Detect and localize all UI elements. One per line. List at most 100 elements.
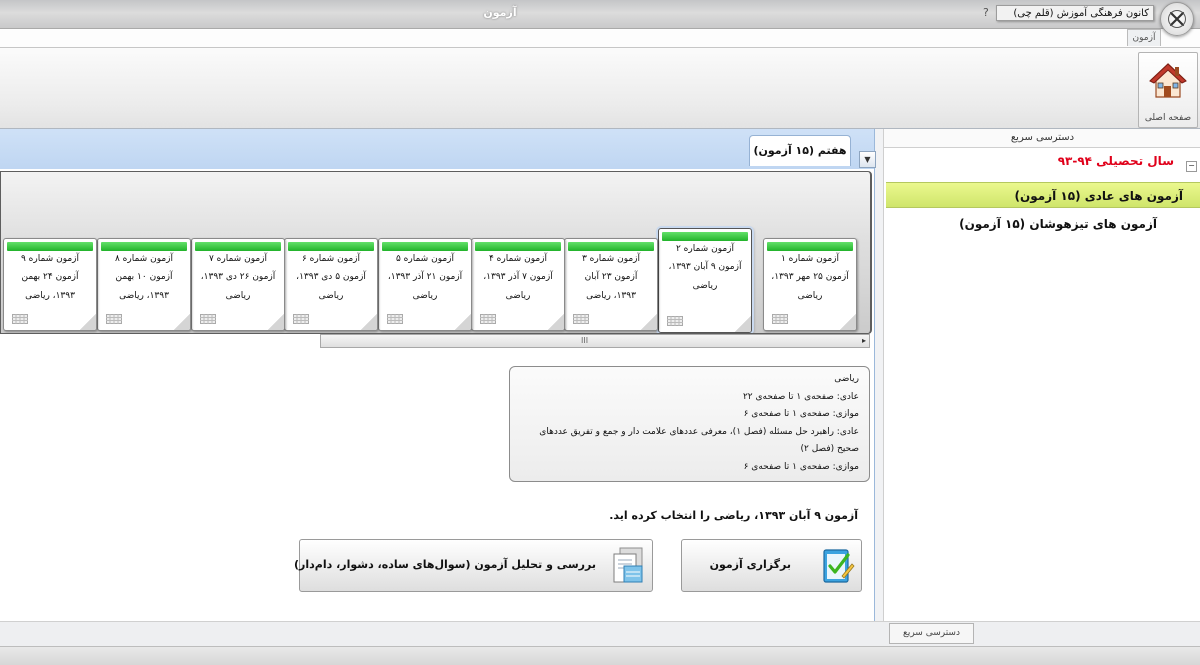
exam-card-subject: ریاضی [225,291,251,301]
exam-card-subject: ۱۳۹۳، ریاضی [119,291,169,301]
exam-card-date: آزمون ۲۴ بهمن [21,272,79,282]
main-panel: هفتم (۱۵ آزمون) ▼ آزمون شماره ۱ آزمون ۲۵ … [0,129,876,621]
exam-card[interactable]: آزمون شماره ۴ آزمون ۷ آذر ۱۳۹۳، ریاضی [471,238,565,331]
exam-card-subject: ریاضی [318,291,344,301]
close-button[interactable] [1160,2,1194,36]
exam-card[interactable]: آزمون شماره ۷ آزمون ۲۶ دی ۱۳۹۳، ریاضی [191,238,285,331]
bottom-tab-quick-access[interactable]: دسترسی سریع [889,623,974,644]
grid-icon [480,314,496,324]
page-curl-icon [840,314,856,330]
card-status-bar [662,232,748,241]
page-curl-icon [174,314,190,330]
exam-card[interactable]: آزمون شماره ۵ آزمون ۲۱ آذر ۱۳۹۳، ریاضی [378,238,472,331]
exam-card-date: آزمون ۲۵ مهر ۱۳۹۳، [771,272,849,282]
exam-card-date: آزمون ۹ آبان ۱۳۹۳، [668,262,742,272]
description-line: موازی: صفحه‌ی ۱ تا صفحه‌ی ۶ [743,461,859,472]
quick-access-panel: دسترسی سریع سال تحصیلی ۹۴-۹۳ آزمون های ع… [883,129,1200,621]
card-status-bar [288,242,374,251]
home-button-label: صفحه اصلی [1144,113,1192,123]
exam-description-box: ریاضی عادی: صفحه‌ی ۱ تا صفحه‌ی ۲۲ موازی:… [509,366,870,482]
tree-item-gifted-exams[interactable]: آزمون های تیزهوشان (۱۵ آزمون) [886,217,1200,231]
house-icon [1149,63,1187,98]
tree-collapse-icon[interactable]: − [1186,161,1197,172]
exam-card[interactable]: آزمون شماره ۳ آزمون ۲۳ آبان ۱۳۹۳، ریاضی [564,238,658,331]
page-curl-icon [735,316,751,332]
exam-card-title: آزمون شماره ۱ [780,254,840,264]
exam-card-title: آزمون شماره ۸ [114,254,174,264]
exam-card-title: آزمون شماره ۲ [675,244,735,254]
card-status-bar [767,242,853,251]
exam-card-date: آزمون ۲۶ دی ۱۳۹۳، [200,272,276,282]
exam-card-subject: ریاضی [505,291,531,301]
window-title: آزمون [483,6,517,19]
page-curl-icon [641,314,657,330]
description-line: عادی: صفحه‌ی ۱ تا صفحه‌ی ۲۲ [742,391,859,402]
exam-card-title: آزمون شماره ۶ [301,254,361,264]
page-curl-icon [361,314,377,330]
academic-year-node[interactable]: سال تحصیلی ۹۴-۹۳ [884,154,1174,168]
exam-card-date: آزمون ۲۱ آذر ۱۳۹۳، [387,272,463,282]
exam-card-subject: ۱۳۹۳، ریاضی [586,291,636,301]
scroll-right-arrow-icon[interactable]: ▸ [862,335,872,347]
exam-card-subject: ۱۳۹۳، ریاضی [25,291,75,301]
description-line: موازی: صفحه‌ی ۱ تا صفحه‌ی ۶ [743,409,859,419]
group-dropdown-button[interactable]: ▼ [859,151,876,168]
exam-analysis-button[interactable]: بررسی و تحلیل آزمون (سوال‌های ساده، دشوا… [294,539,653,592]
grid-icon [573,314,589,324]
description-line: ریاضی [834,374,859,384]
exam-card-date: آزمون ۱۰ بهمن [115,272,173,282]
ribbon-tab-exam[interactable]: آزمون [1127,29,1161,46]
page-curl-icon [80,314,96,330]
ribbon [0,48,1200,129]
description-line: صحیح (فصل ۲) [800,444,860,454]
exam-card-date: آزمون ۲۳ آبان [584,272,638,282]
page-curl-icon [548,314,564,330]
exam-card-title: آزمون شماره ۴ [488,254,548,264]
tooltip: کانون فرهنگی آموزش (قلم چی) [996,5,1154,21]
grid-icon [667,316,683,326]
status-bar [0,646,1200,665]
card-status-bar [382,242,468,251]
exam-card-title: آزمون شماره ۷ [208,254,268,264]
gallery-scrollbar[interactable]: III [320,334,870,348]
description-line: عادی: راهبرد حل مسئله (فصل ۱)، معرفی عدد… [539,426,859,437]
grid-icon [772,314,788,324]
chevron-down-icon: ▼ [864,155,871,164]
exam-card[interactable]: آزمون شماره ۸ آزمون ۱۰ بهمن ۱۳۹۳، ریاضی [97,238,191,331]
exam-card-subject: ریاضی [692,281,718,291]
exam-card-selected[interactable]: آزمون شماره ۲ آزمون ۹ آبان ۱۳۹۳، ریاضی [658,228,752,333]
tree-item-regular-exams[interactable]: آزمون های عادی (۱۵ آزمون) [886,182,1200,208]
quick-access-header: دسترسی سریع [884,129,1200,148]
grid-icon [387,314,403,324]
exam-card-title: آزمون شماره ۳ [581,254,641,264]
exam-card[interactable]: آزمون شماره ۶ آزمون ۵ دی ۱۳۹۳، ریاضی [284,238,378,331]
selection-status-text: آزمون ۹ آبان ۱۳۹۳، ریاضی را انتخاب کرده … [609,509,858,522]
exam-card-title: آزمون شماره ۹ [20,254,80,264]
card-status-bar [7,242,93,251]
grid-icon [293,314,309,324]
group-header-strip [0,129,874,169]
grid-icon [200,314,216,324]
exam-gallery: آزمون شماره ۱ آزمون ۲۵ مهر ۱۳۹۳، ریاضی آزمو… [0,171,872,334]
exam-analysis-label: بررسی و تحلیل آزمون (سوال‌های ساده، دشوا… [293,558,596,571]
bottom-tab-strip [0,621,1200,646]
exam-card-subject: ریاضی [412,291,438,301]
exam-card-subject: ریاضی [797,291,823,301]
home-button[interactable]: صفحه اصلی [1138,52,1198,128]
grade-group-tab[interactable]: هفتم (۱۵ آزمون) [749,135,851,166]
scrollbar-grip-icon[interactable]: III [581,335,588,347]
card-status-bar [475,242,561,251]
document-chart-icon [613,547,643,583]
close-icon [1168,10,1186,28]
ribbon-tab-strip [0,29,1200,48]
exam-card-title: آزمون شماره ۵ [395,254,455,264]
page-curl-icon [455,314,471,330]
exam-card[interactable]: آزمون شماره ۱ آزمون ۲۵ مهر ۱۳۹۳، ریاضی [763,238,857,331]
card-status-bar [568,242,654,251]
hold-exam-button[interactable]: برگزاری آزمون [681,539,862,592]
card-status-bar [195,242,281,251]
exam-card-date: آزمون ۵ دی ۱۳۹۳، [296,272,366,282]
quick-access-help-icon[interactable]: ? [983,6,989,19]
page-curl-icon [268,314,284,330]
exam-card[interactable]: آزمون شماره ۹ آزمون ۲۴ بهمن ۱۳۹۳، ریاضی [3,238,97,331]
